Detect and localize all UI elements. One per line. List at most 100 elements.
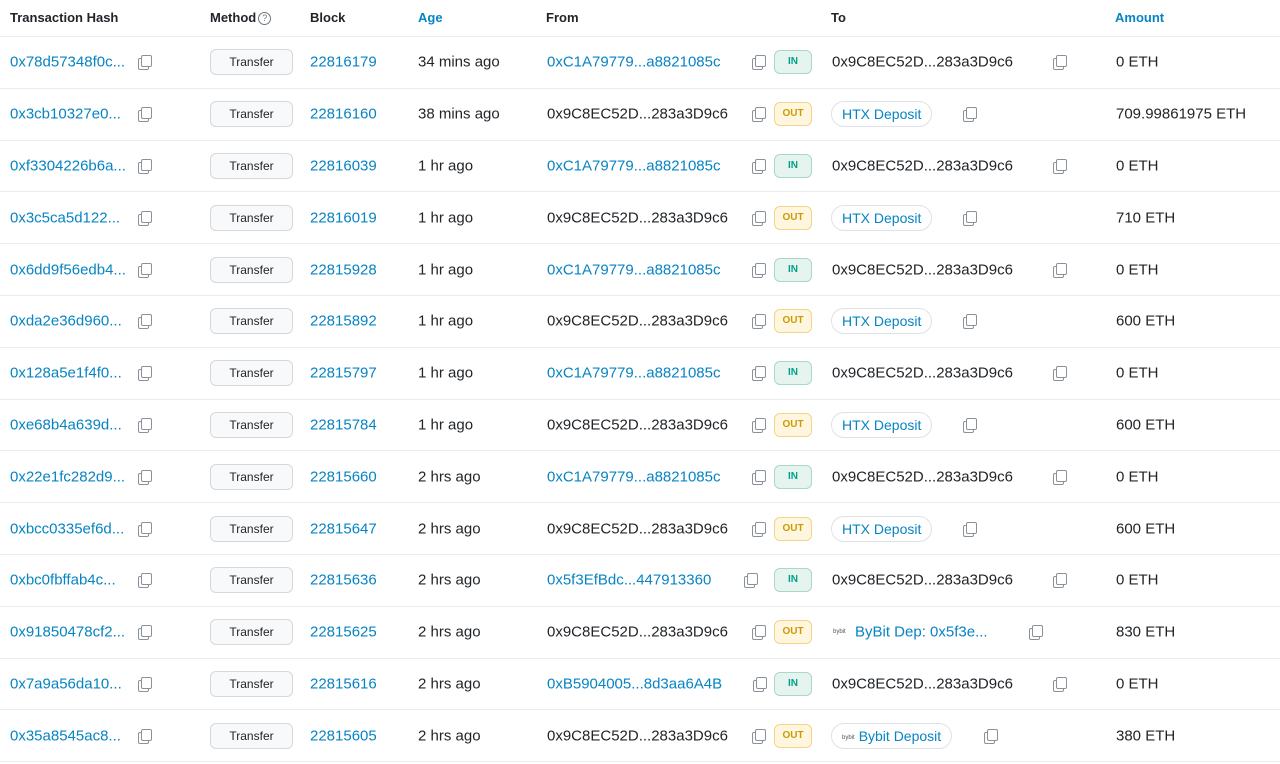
copy-icon[interactable] bbox=[752, 262, 766, 278]
copy-icon[interactable] bbox=[963, 314, 977, 330]
to-address[interactable]: 0x9C8EC52D...283a3D9c6 bbox=[832, 365, 1013, 382]
copy-icon[interactable] bbox=[138, 625, 152, 641]
table-row: 0xbcc0335ef6d... Transfer 22815647 2 hrs ag… bbox=[0, 503, 1280, 555]
copy-icon[interactable] bbox=[138, 158, 152, 174]
copy-icon[interactable] bbox=[1053, 676, 1067, 692]
to-address[interactable]: 0x9C8EC52D...283a3D9c6 bbox=[832, 157, 1013, 174]
copy-icon[interactable] bbox=[752, 728, 766, 744]
transaction-hash-link[interactable]: 0x35a8545ac8... bbox=[10, 727, 121, 744]
block-link[interactable]: 22815616 bbox=[310, 675, 377, 692]
copy-icon[interactable] bbox=[963, 521, 977, 537]
from-address[interactable]: 0xC1A79779...a8821085c bbox=[547, 54, 720, 71]
transaction-hash-link[interactable]: 0xe68b4a639d... bbox=[10, 416, 122, 433]
transaction-hash-link[interactable]: 0x22e1fc282d9... bbox=[10, 468, 125, 485]
copy-icon[interactable] bbox=[138, 728, 152, 744]
transaction-hash-link[interactable]: 0x91850478cf2... bbox=[10, 624, 125, 641]
transaction-hash-link[interactable]: 0x3c5ca5d122... bbox=[10, 209, 120, 226]
to-address[interactable]: 0x9C8EC52D...283a3D9c6 bbox=[832, 675, 1013, 692]
block-link[interactable]: 22815660 bbox=[310, 468, 377, 485]
block-link[interactable]: 22816179 bbox=[310, 54, 377, 71]
copy-icon[interactable] bbox=[138, 676, 152, 692]
copy-icon[interactable] bbox=[963, 417, 977, 433]
help-icon[interactable]: ? bbox=[258, 12, 272, 25]
header-amount[interactable]: Amount bbox=[1115, 10, 1164, 25]
to-address-tag[interactable]: HTX Deposit bbox=[831, 515, 933, 542]
from-address[interactable]: 0x5f3EfBdc...447913360 bbox=[547, 572, 711, 589]
copy-icon[interactable] bbox=[138, 55, 152, 71]
copy-icon[interactable] bbox=[752, 417, 766, 433]
block-link[interactable]: 22815784 bbox=[310, 416, 377, 433]
copy-icon[interactable] bbox=[1053, 469, 1067, 485]
to-address[interactable]: 0x9C8EC52D...283a3D9c6 bbox=[832, 54, 1013, 71]
copy-icon[interactable] bbox=[752, 625, 766, 641]
copy-icon[interactable] bbox=[744, 573, 758, 589]
block-link[interactable]: 22815797 bbox=[310, 365, 377, 382]
copy-icon[interactable] bbox=[984, 728, 998, 744]
block-link[interactable]: 22815892 bbox=[310, 313, 377, 330]
copy-icon[interactable] bbox=[138, 107, 152, 123]
block-link[interactable]: 22815636 bbox=[310, 572, 377, 589]
transaction-hash-link[interactable]: 0xda2e36d960... bbox=[10, 313, 122, 330]
direction-badge: OUT bbox=[774, 620, 812, 645]
transaction-hash-link[interactable]: 0x128a5e1f4f0... bbox=[10, 365, 122, 382]
copy-icon[interactable] bbox=[1053, 573, 1067, 589]
copy-icon[interactable] bbox=[752, 107, 766, 123]
block-link[interactable]: 22815605 bbox=[310, 727, 377, 744]
to-address-tag[interactable]: bybit Bybit Deposit bbox=[831, 722, 953, 749]
block-link[interactable]: 22816160 bbox=[310, 106, 377, 123]
block-link[interactable]: 22816039 bbox=[310, 157, 377, 174]
copy-icon[interactable] bbox=[138, 573, 152, 589]
to-address-tag[interactable]: HTX Deposit bbox=[831, 101, 933, 128]
copy-icon[interactable] bbox=[752, 314, 766, 330]
copy-icon[interactable] bbox=[138, 314, 152, 330]
transaction-hash-link[interactable]: 0x3cb10327e0... bbox=[10, 106, 121, 123]
copy-icon[interactable] bbox=[1053, 158, 1067, 174]
from-address[interactable]: 0xB5904005...8d3aa6A4B bbox=[547, 675, 722, 692]
copy-icon[interactable] bbox=[138, 417, 152, 433]
copy-icon[interactable] bbox=[752, 521, 766, 537]
copy-icon[interactable] bbox=[138, 521, 152, 537]
copy-icon[interactable] bbox=[963, 210, 977, 226]
copy-icon[interactable] bbox=[138, 262, 152, 278]
copy-icon[interactable] bbox=[752, 210, 766, 226]
copy-icon[interactable] bbox=[1029, 625, 1043, 641]
to-address[interactable]: ByBit Dep: 0x5f3e... bbox=[855, 624, 988, 641]
copy-icon[interactable] bbox=[138, 366, 152, 382]
transaction-hash-link[interactable]: 0xf3304226b6a... bbox=[10, 157, 126, 174]
block-link[interactable]: 22815928 bbox=[310, 261, 377, 278]
transaction-hash-link[interactable]: 0x78d57348f0c... bbox=[10, 54, 125, 71]
age-text: 1 hr ago bbox=[418, 364, 474, 382]
block-link[interactable]: 22815647 bbox=[310, 520, 377, 537]
from-address[interactable]: 0xC1A79779...a8821085c bbox=[547, 365, 720, 382]
table-row: 0xe68b4a639d... Transfer 22815784 1 hr ago 0… bbox=[0, 400, 1280, 452]
copy-icon[interactable] bbox=[1053, 366, 1067, 382]
to-address-tag[interactable]: HTX Deposit bbox=[831, 204, 933, 231]
copy-icon[interactable] bbox=[138, 469, 152, 485]
to-address-tag[interactable]: HTX Deposit bbox=[831, 411, 933, 438]
copy-icon[interactable] bbox=[138, 210, 152, 226]
from-address[interactable]: 0xC1A79779...a8821085c bbox=[547, 261, 720, 278]
to-address[interactable]: 0x9C8EC52D...283a3D9c6 bbox=[832, 261, 1013, 278]
to-address[interactable]: 0x9C8EC52D...283a3D9c6 bbox=[832, 572, 1013, 589]
copy-icon[interactable] bbox=[1053, 262, 1067, 278]
copy-icon[interactable] bbox=[752, 158, 766, 174]
transaction-hash-link[interactable]: 0x6dd9f56edb4... bbox=[10, 261, 126, 278]
block-link[interactable]: 22815625 bbox=[310, 624, 377, 641]
to-address-tag[interactable]: HTX Deposit bbox=[831, 308, 933, 335]
copy-icon[interactable] bbox=[753, 676, 767, 692]
transaction-hash-link[interactable]: 0xbc0fbffab4c... bbox=[10, 572, 116, 589]
transaction-hash-link[interactable]: 0xbcc0335ef6d... bbox=[10, 520, 124, 537]
copy-icon[interactable] bbox=[752, 55, 766, 71]
from-address[interactable]: 0xC1A79779...a8821085c bbox=[547, 468, 720, 485]
transaction-hash-link[interactable]: 0x7a9a56da10... bbox=[10, 675, 122, 692]
from-address: 0x9C8EC52D...283a3D9c6 bbox=[547, 312, 728, 330]
copy-icon[interactable] bbox=[963, 107, 977, 123]
method-badge: Transfer bbox=[210, 256, 293, 283]
copy-icon[interactable] bbox=[752, 366, 766, 382]
block-link[interactable]: 22816019 bbox=[310, 209, 377, 226]
from-address[interactable]: 0xC1A79779...a8821085c bbox=[547, 157, 720, 174]
to-address[interactable]: 0x9C8EC52D...283a3D9c6 bbox=[832, 468, 1013, 485]
header-age[interactable]: Age bbox=[418, 10, 443, 25]
copy-icon[interactable] bbox=[1053, 55, 1067, 71]
copy-icon[interactable] bbox=[752, 469, 766, 485]
